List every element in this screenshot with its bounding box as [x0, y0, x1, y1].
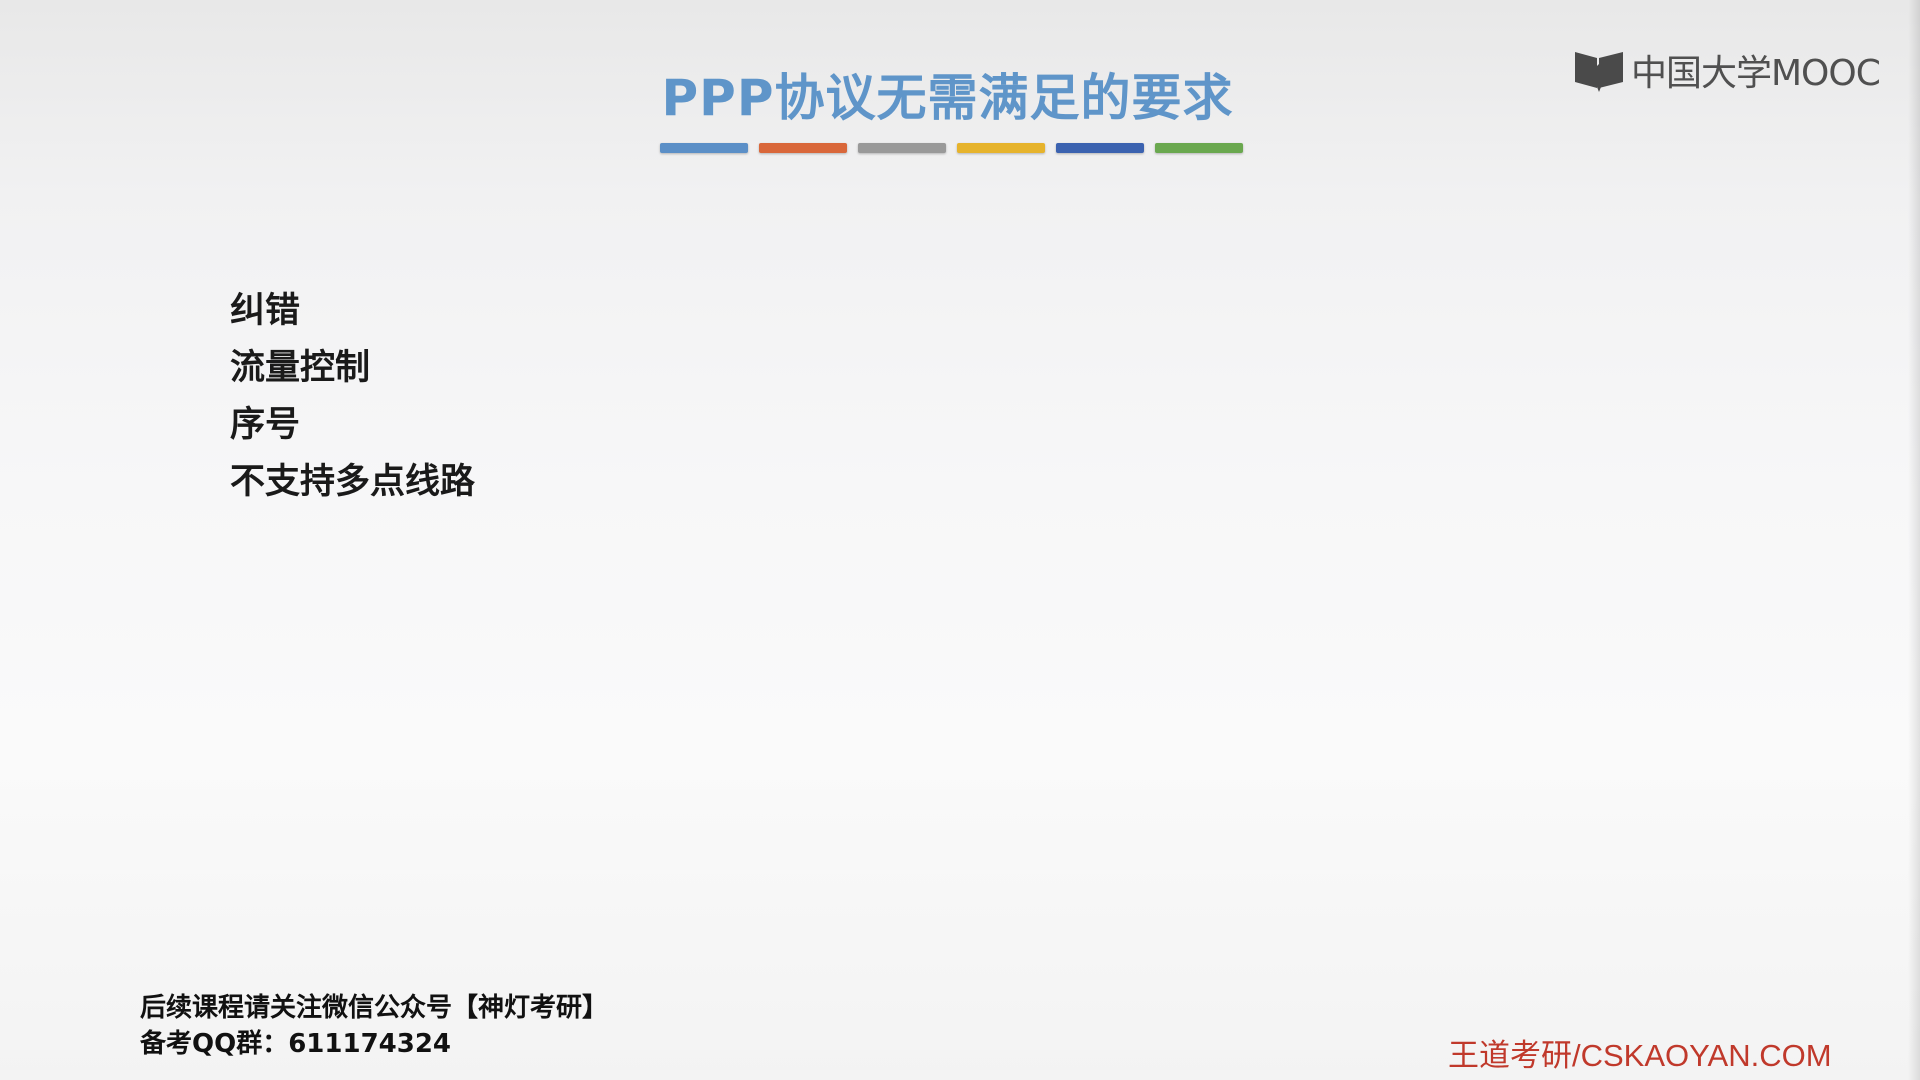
requirement-list: 纠错流量控制序号不支持多点线路: [230, 283, 475, 511]
slide-title: PPP协议无需满足的要求: [661, 69, 1234, 127]
color-bar-segment: [858, 143, 946, 153]
requirement-item: 序号: [230, 405, 301, 445]
title-color-bar: [660, 143, 1243, 153]
color-bar-segment: [660, 143, 748, 153]
requirement-item: 纠错: [230, 291, 301, 331]
right-edge-shadow: [1908, 0, 1920, 1080]
footer-qq-line: 备考QQ群：611174324: [140, 1029, 452, 1059]
color-bar-segment: [957, 143, 1045, 153]
color-bar-segment: [1056, 143, 1144, 153]
brand-watermark: 王道考研/CSKAOYAN.COM: [1448, 1038, 1832, 1073]
footer-wechat-line: 后续课程请关注微信公众号【神灯考研】: [140, 993, 609, 1023]
slide-page: 中国大学MOOC PPP协议无需满足的要求 纠错 流量控制 序号 不支持多点线路 后续…: [0, 0, 1920, 1080]
requirement-item: 流量控制: [230, 348, 371, 388]
footer-notice: 后续课程请关注微信公众号【神灯考研】 备考QQ群：611174324: [140, 990, 608, 1062]
color-bar-segment: [759, 143, 847, 153]
requirement-item: 不支持多点线路: [230, 462, 476, 502]
color-bar-segment: [1155, 143, 1243, 153]
